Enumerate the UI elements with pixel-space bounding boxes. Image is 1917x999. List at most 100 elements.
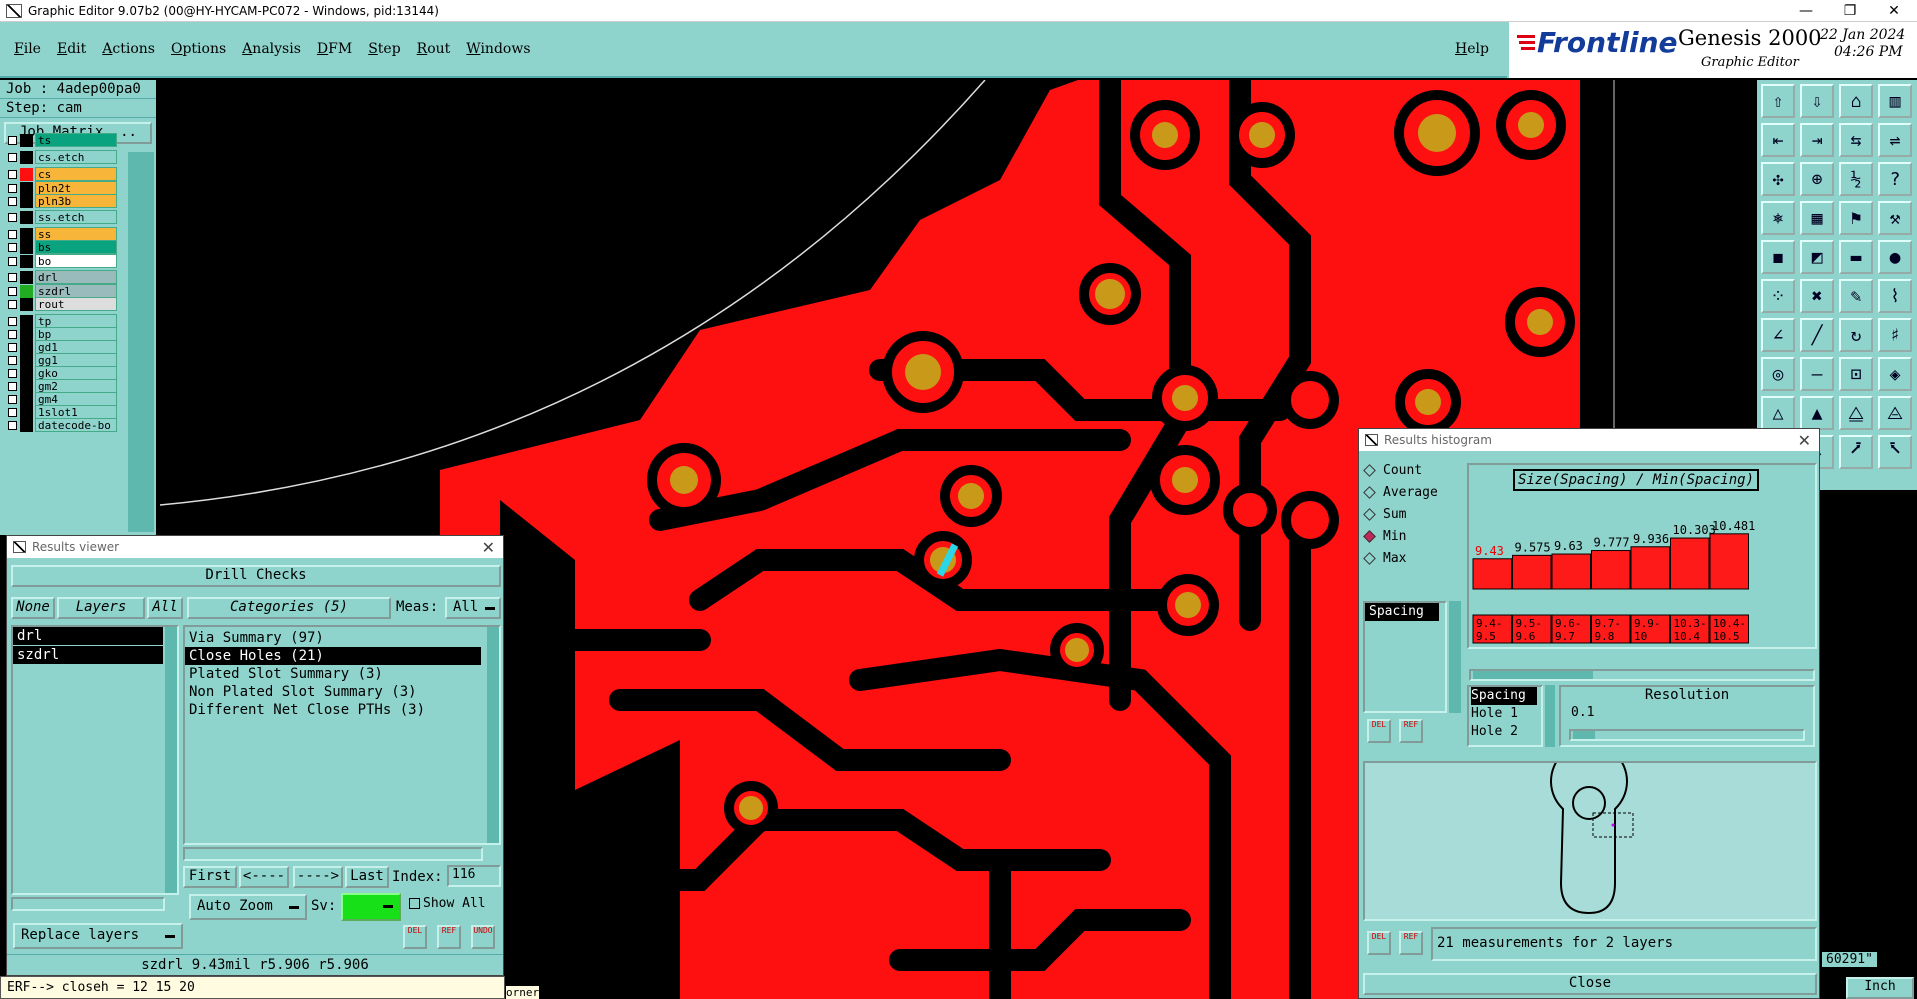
- menu-rout[interactable]: Rout: [417, 41, 451, 57]
- meas-dropdown[interactable]: All: [445, 597, 501, 619]
- histogram-bar[interactable]: [1670, 537, 1710, 590]
- toolbox-tool-icon[interactable]: ⌂: [1839, 84, 1873, 118]
- layer-color-swatch[interactable]: [20, 181, 33, 195]
- layer-name[interactable]: rout: [35, 297, 117, 311]
- replace-layers-dropdown[interactable]: Replace layers: [13, 923, 183, 949]
- sv-color-dropdown[interactable]: [341, 893, 401, 921]
- layer-checkbox[interactable]: [8, 316, 17, 326]
- toolbox-tool-icon[interactable]: ↻: [1839, 318, 1873, 352]
- layer-name[interactable]: bp: [35, 327, 117, 341]
- toolbox-tool-icon[interactable]: ⇩: [1800, 84, 1834, 118]
- first-button[interactable]: First: [183, 866, 237, 888]
- layer-row-gko[interactable]: gko: [8, 366, 117, 380]
- layer-name[interactable]: bs: [35, 240, 117, 254]
- delete-icon[interactable]: DEL: [1367, 719, 1391, 743]
- toolbox-tool-icon[interactable]: ⭶: [1878, 435, 1912, 469]
- layer-row-pln3b[interactable]: pln3b: [8, 194, 117, 208]
- layer-name[interactable]: gm2: [35, 379, 117, 393]
- toolbox-tool-icon[interactable]: —: [1800, 357, 1834, 391]
- layer-name[interactable]: drl: [35, 270, 117, 284]
- menu-edit[interactable]: Edit: [57, 41, 86, 57]
- stat-option-average[interactable]: Average: [1363, 485, 1438, 500]
- menu-actions[interactable]: Actions: [102, 41, 155, 57]
- layer-row-ss[interactable]: ss: [8, 227, 117, 241]
- menu-step[interactable]: Step: [368, 41, 400, 57]
- refresh-icon[interactable]: REF: [1399, 719, 1423, 743]
- toolbox-tool-icon[interactable]: ✎: [1839, 279, 1873, 313]
- toolbox-tool-icon[interactable]: ▦: [1800, 201, 1834, 235]
- histogram-hscroll-thumb[interactable]: [1473, 671, 1593, 679]
- toolbox-tool-icon[interactable]: ◎: [1761, 357, 1795, 391]
- layer-name[interactable]: pln3b: [35, 194, 117, 208]
- layer-row-rout[interactable]: rout: [8, 297, 117, 311]
- histogram-bar[interactable]: [1551, 553, 1591, 590]
- toolbox-tool-icon[interactable]: ⎈: [1761, 201, 1795, 235]
- layer-row-gm4[interactable]: gm4: [8, 392, 117, 406]
- layer-name[interactable]: gm4: [35, 392, 117, 406]
- layer-color-swatch[interactable]: [20, 133, 33, 147]
- layer-checkbox[interactable]: [8, 169, 17, 179]
- toolbox-tool-icon[interactable]: ◈: [1878, 357, 1912, 391]
- toolbox-tool-icon[interactable]: ⇆: [1839, 123, 1873, 157]
- maximize-button[interactable]: ❐: [1827, 0, 1873, 22]
- toolbox-tool-icon[interactable]: ⇌: [1878, 123, 1912, 157]
- results-viewer-close-icon[interactable]: ✕: [482, 538, 495, 557]
- layer-result-item[interactable]: szdrl: [13, 646, 163, 664]
- layer-checkbox[interactable]: [8, 407, 17, 417]
- histogram-bar[interactable]: [1709, 533, 1749, 590]
- layer-results-list[interactable]: drl szdrl: [11, 625, 179, 895]
- category-item[interactable]: Non Plated Slot Summary (3): [185, 683, 499, 701]
- layer-checkbox[interactable]: [8, 329, 17, 339]
- layer-color-swatch[interactable]: [20, 167, 33, 181]
- layer-name[interactable]: cs.etch: [35, 150, 117, 164]
- histogram-close-button[interactable]: Close: [1363, 973, 1817, 995]
- toolbox-tool-icon[interactable]: ⊕: [1800, 162, 1834, 196]
- category-item[interactable]: Different Net Close PTHs (3): [185, 701, 499, 719]
- stat-option-count[interactable]: Count: [1363, 463, 1422, 478]
- toolbox-tool-icon[interactable]: ⇧: [1761, 84, 1795, 118]
- layer-name[interactable]: ss: [35, 227, 117, 241]
- toolbox-tool-icon[interactable]: ✖: [1800, 279, 1834, 313]
- histogram-bar[interactable]: [1472, 558, 1512, 590]
- resolution-slider[interactable]: [1569, 729, 1805, 741]
- layer-color-swatch[interactable]: [20, 150, 33, 164]
- delete-icon[interactable]: DEL: [1367, 931, 1391, 955]
- category-scrollbar[interactable]: [487, 627, 499, 843]
- last-button[interactable]: Last: [345, 866, 389, 888]
- toolbox-tool-icon[interactable]: ½: [1839, 162, 1873, 196]
- all-layers-button[interactable]: All: [147, 597, 183, 619]
- refresh-icon[interactable]: REF: [1399, 931, 1423, 955]
- layer-checkbox[interactable]: [8, 381, 17, 391]
- layer-name[interactable]: bo: [35, 254, 117, 268]
- category-list[interactable]: Via Summary (97) Close Holes (21) Plated…: [183, 625, 501, 845]
- layer-row-ss.etch[interactable]: ss.etch: [8, 210, 117, 224]
- toolbox-tool-icon[interactable]: ⭷: [1839, 435, 1873, 469]
- layer-color-swatch[interactable]: [20, 314, 33, 328]
- units-button[interactable]: Inch: [1846, 977, 1914, 999]
- toolbox-tool-icon[interactable]: ▬: [1839, 240, 1873, 274]
- toolbox-tool-icon[interactable]: ◩: [1800, 240, 1834, 274]
- layer-row-gd1[interactable]: gd1: [8, 340, 117, 354]
- layer-checkbox[interactable]: [8, 394, 17, 404]
- layer-row-bs[interactable]: bs: [8, 240, 117, 254]
- layer-row-gm2[interactable]: gm2: [8, 379, 117, 393]
- layer-color-swatch[interactable]: [20, 418, 33, 432]
- field-names-scrollbar[interactable]: [1545, 685, 1555, 747]
- command-line[interactable]: ERF--> closeh = 12 15 20: [0, 976, 505, 999]
- layer-results-hscroll[interactable]: [11, 897, 165, 911]
- toolbox-tool-icon[interactable]: ⌇: [1878, 279, 1912, 313]
- layer-color-swatch[interactable]: [20, 340, 33, 354]
- layer-list-scrollbar[interactable]: [128, 152, 154, 532]
- layer-color-swatch[interactable]: [20, 327, 33, 341]
- refresh-icon[interactable]: REF: [437, 925, 461, 949]
- undo-icon[interactable]: UNDO: [471, 925, 495, 949]
- layer-color-swatch[interactable]: [20, 379, 33, 393]
- layer-checkbox[interactable]: [8, 229, 17, 239]
- layer-row-szdrl[interactable]: szdrl: [8, 284, 117, 298]
- toolbox-tool-icon[interactable]: ✣: [1761, 162, 1795, 196]
- layer-checkbox[interactable]: [8, 212, 17, 222]
- toolbox-tool-icon[interactable]: ▥: [1878, 84, 1912, 118]
- toolbox-tool-icon[interactable]: ⊡: [1839, 357, 1873, 391]
- layer-checkbox[interactable]: [8, 272, 17, 282]
- next-button[interactable]: ---->: [293, 866, 343, 888]
